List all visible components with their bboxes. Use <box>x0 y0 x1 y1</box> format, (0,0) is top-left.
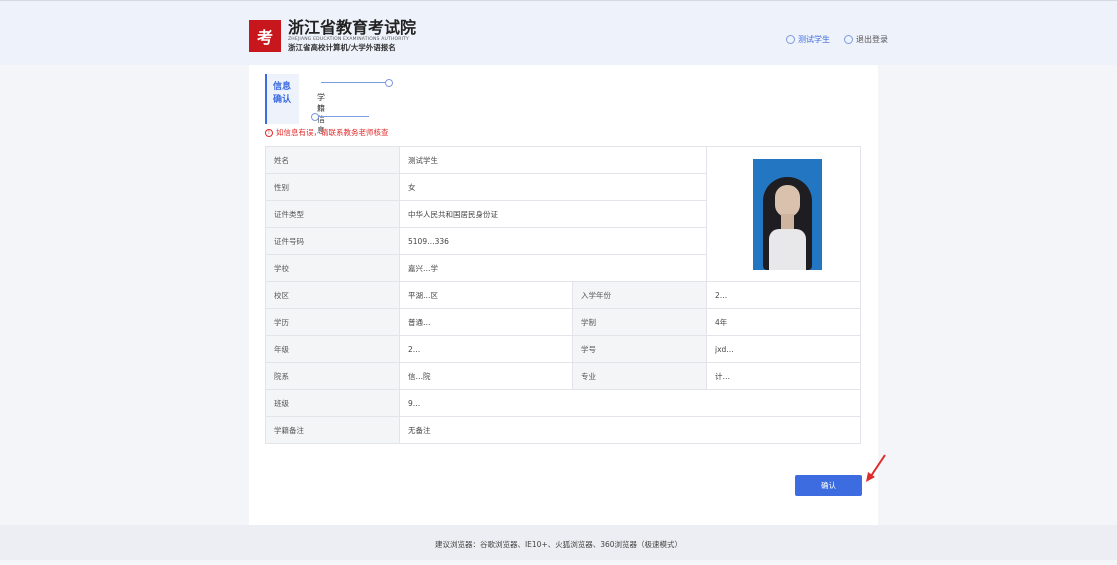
user-icon <box>786 35 795 44</box>
logout-link[interactable]: 退出登录 <box>844 34 888 45</box>
table-row: 院系 信…院 专业 计… <box>265 362 861 390</box>
row-value: 计… <box>706 362 861 390</box>
main-panel: 信息确认 学籍信息 ! 如信息有误，请联系教务老师核查 姓名 测试学生 性别 女… <box>249 65 878 525</box>
row-label: 学籍备注 <box>265 416 400 444</box>
row-label: 学校 <box>265 254 400 282</box>
system-name: 浙江省高校计算机/大学外语报名 <box>288 43 396 52</box>
tab-connector-dot <box>311 113 319 121</box>
top-header: 考 浙江省教育考试院 ZHEJIANG EDUCATION EXAMINATIO… <box>0 0 1117 65</box>
row-value: jxd… <box>706 335 861 363</box>
row-label: 姓名 <box>265 146 400 174</box>
table-row: 校区 平湖…区 入学年份 2… <box>265 281 861 309</box>
student-photo-cell <box>706 146 861 282</box>
row-label: 院系 <box>265 362 400 390</box>
row-value: 5109…336 <box>399 227 707 255</box>
row-value: 测试学生 <box>399 146 707 174</box>
row-value: 嘉兴…学 <box>399 254 707 282</box>
user-area: 测试学生 退出登录 <box>786 34 888 45</box>
row-value: 中华人民共和国居民身份证 <box>399 200 707 228</box>
org-name: 浙江省教育考试院 <box>288 18 417 37</box>
row-label: 证件类型 <box>265 200 400 228</box>
tab-info-confirm[interactable]: 信息确认 <box>265 74 299 124</box>
table-row: 班级 9… <box>265 389 861 417</box>
user-menu[interactable]: 测试学生 <box>786 34 830 45</box>
confirm-button[interactable]: 确认 <box>795 475 862 496</box>
row-label: 学制 <box>572 308 707 336</box>
footer: 建议浏览器：谷歌浏览器、IE10+、火狐浏览器、360浏览器（极速模式） <box>0 525 1117 560</box>
tab-connector-line <box>321 82 387 83</box>
row-value: 普通… <box>399 308 573 336</box>
row-label: 学历 <box>265 308 400 336</box>
logo: 考 浙江省教育考试院 ZHEJIANG EDUCATION EXAMINATIO… <box>249 19 416 53</box>
pointer-arrow-icon <box>866 454 886 482</box>
row-label: 校区 <box>265 281 400 309</box>
student-photo <box>753 158 822 270</box>
row-label: 性别 <box>265 173 400 201</box>
user-name: 测试学生 <box>798 35 830 44</box>
tab-connector-line <box>315 116 369 117</box>
row-value: 信…院 <box>399 362 573 390</box>
row-value: 9… <box>399 389 861 417</box>
tab-connector-dot <box>385 79 393 87</box>
row-value: 4年 <box>706 308 861 336</box>
row-label: 年级 <box>265 335 400 363</box>
logout-icon <box>844 35 853 44</box>
table-row: 学籍备注 无备注 <box>265 416 861 444</box>
warning-icon: ! <box>265 128 273 137</box>
warning-message: ! 如信息有误，请联系教务老师核查 <box>265 127 389 138</box>
table-row: 姓名 测试学生 <box>265 146 861 282</box>
logout-label: 退出登录 <box>856 35 888 44</box>
row-label: 专业 <box>572 362 707 390</box>
warning-text: 如信息有误，请联系教务老师核查 <box>276 128 389 137</box>
row-value: 平湖…区 <box>399 281 573 309</box>
logo-text: 浙江省教育考试院 ZHEJIANG EDUCATION EXAMINATIONS… <box>288 19 416 53</box>
row-value: 无备注 <box>399 416 861 444</box>
row-label: 证件号码 <box>265 227 400 255</box>
table-row: 学历 普通… 学制 4年 <box>265 308 861 336</box>
row-label: 入学年份 <box>572 281 707 309</box>
logo-mark: 考 <box>249 20 281 52</box>
row-label: 班级 <box>265 389 400 417</box>
row-label: 学号 <box>572 335 707 363</box>
student-info-table: 姓名 测试学生 性别 女 证件类型 中华人民共和国居民身份证 证件号码 5109… <box>265 146 861 444</box>
row-value: 女 <box>399 173 707 201</box>
row-value: 2… <box>399 335 573 363</box>
table-row: 年级 2… 学号 jxd… <box>265 335 861 363</box>
row-value: 2… <box>706 281 861 309</box>
